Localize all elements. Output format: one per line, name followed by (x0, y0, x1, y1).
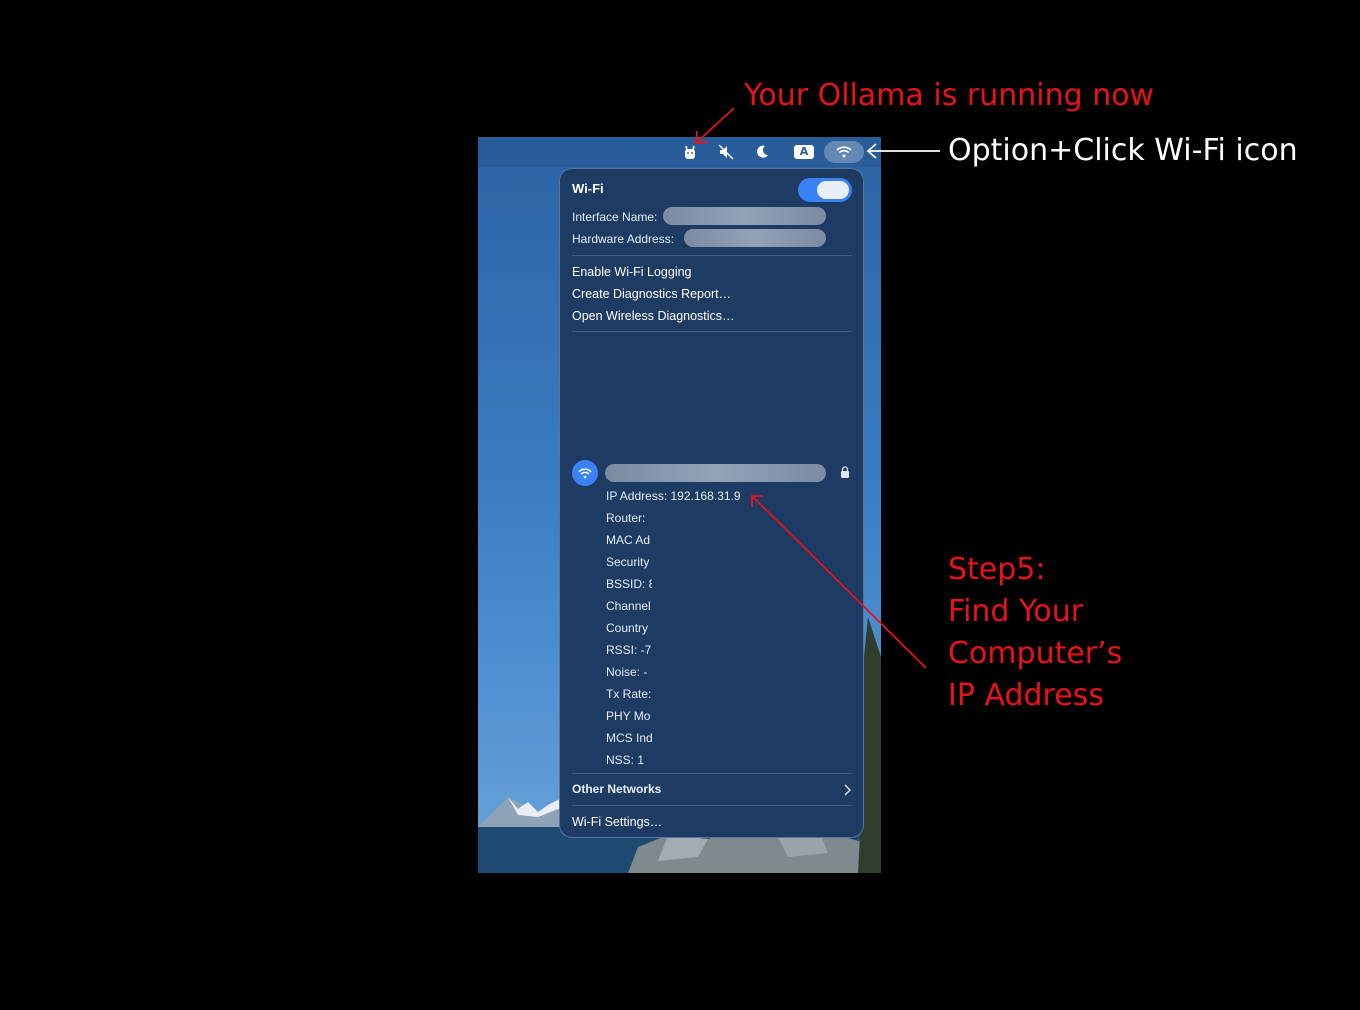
detail-rssi: RSSI: -7 (606, 643, 652, 657)
detail-nss: NSS: 1 (606, 753, 645, 767)
annotation-step5-line: Step5: (948, 552, 1046, 587)
redaction-mask (652, 509, 852, 765)
annotation-step5-line: Find Your (948, 594, 1084, 629)
separator (572, 331, 852, 332)
create-diagnostics-report[interactable]: Create Diagnostics Report… (572, 287, 731, 301)
detail-ip-address: IP Address: 192.168.31.9 (606, 489, 741, 503)
toggle-knob (817, 181, 849, 199)
chevron-right-icon[interactable] (843, 783, 851, 801)
detail-noise: Noise: - (606, 665, 648, 679)
detail-phy-mode: PHY Mo (606, 709, 651, 723)
enable-wifi-logging[interactable]: Enable Wi-Fi Logging (572, 265, 692, 279)
detail-bssid: BSSID: 8 (606, 577, 656, 591)
hardware-address-label: Hardware Address: (572, 232, 675, 246)
separator (572, 255, 852, 256)
moon-icon[interactable] (752, 142, 772, 162)
annotation-ollama-running: Your Ollama is running now (744, 78, 1155, 113)
connected-network-wifi-icon[interactable] (572, 460, 598, 486)
network-name-redacted[interactable] (605, 464, 826, 482)
menu-bar: A (478, 137, 881, 167)
input-source-icon[interactable]: A (792, 142, 816, 162)
hardware-address-redacted (684, 229, 826, 247)
detail-tx-rate: Tx Rate: (606, 687, 652, 701)
detail-mcs-index: MCS Ind (606, 731, 653, 745)
wifi-toggle[interactable] (798, 178, 852, 202)
open-wireless-diagnostics[interactable]: Open Wireless Diagnostics… (572, 309, 735, 323)
wifi-menu-panel: Wi-Fi Interface Name: Hardware Address: … (559, 168, 864, 838)
annotation-step5-line: IP Address (948, 678, 1104, 713)
detail-country: Country (606, 621, 649, 635)
detail-router: Router: (606, 511, 646, 525)
mute-icon[interactable] (716, 142, 736, 162)
separator (572, 805, 852, 806)
wifi-icon[interactable] (834, 142, 854, 162)
wifi-title: Wi-Fi (572, 181, 604, 196)
interface-name-redacted (663, 207, 826, 225)
other-networks[interactable]: Other Networks (572, 782, 661, 796)
annotation-option-click: Option+Click Wi-Fi icon (948, 133, 1298, 168)
detail-mac-address: MAC Ad (606, 533, 651, 547)
detail-channel: Channel (606, 599, 651, 613)
interface-name-label: Interface Name: (572, 210, 658, 224)
ollama-icon[interactable] (680, 142, 700, 162)
input-source-label: A (794, 145, 814, 159)
lock-icon (840, 465, 850, 483)
wifi-settings-link[interactable]: Wi-Fi Settings… (572, 815, 662, 829)
detail-security: Security (606, 555, 650, 569)
separator (572, 773, 852, 774)
annotation-step5-line: Computer’s (948, 636, 1123, 671)
annotation-step5: Step5: Find Your Computer’s IP Address (948, 549, 1122, 717)
